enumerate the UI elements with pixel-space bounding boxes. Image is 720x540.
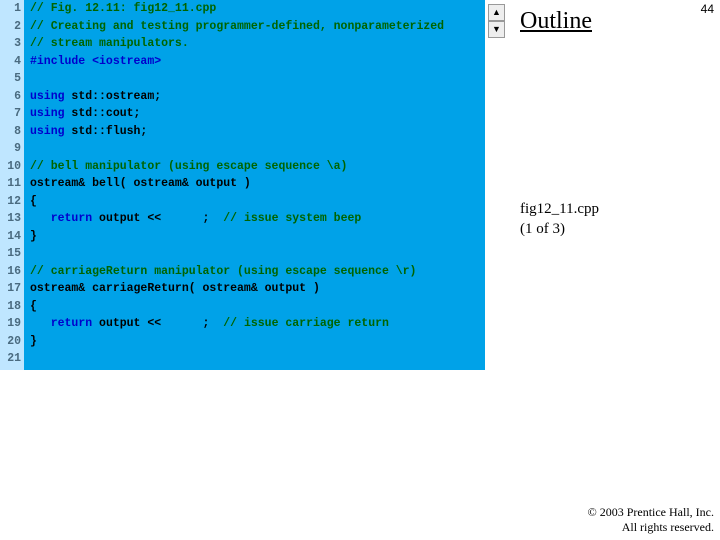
scroll-controls: ▲ ▼: [488, 4, 505, 38]
line-number-gutter: 123456789101112131415161718192021: [0, 0, 24, 370]
line-number: 19: [3, 315, 21, 333]
line-number: 5: [3, 70, 21, 88]
copyright-line1: © 2003 Prentice Hall, Inc.: [588, 505, 714, 521]
code-line: ostream& bell( ostream& output ): [30, 175, 444, 193]
copyright-footer: © 2003 Prentice Hall, Inc. All rights re…: [588, 505, 714, 536]
line-number: 10: [3, 158, 21, 176]
code-line: // carriageReturn manipulator (using esc…: [30, 263, 444, 281]
copyright-line2: All rights reserved.: [588, 520, 714, 536]
code-body: // Fig. 12.11: fig12_11.cpp// Creating a…: [24, 0, 444, 370]
figure-caption: fig12_11.cpp (1 of 3): [520, 200, 599, 239]
code-line: // stream manipulators.: [30, 35, 444, 53]
code-line: [30, 140, 444, 158]
line-number: 9: [3, 140, 21, 158]
line-number: 11: [3, 175, 21, 193]
line-number: 18: [3, 298, 21, 316]
code-line: ostream& carriageReturn( ostream& output…: [30, 280, 444, 298]
code-line: return output << ; // issue carriage ret…: [30, 315, 444, 333]
slide-number: 44: [701, 2, 714, 16]
line-number: 7: [3, 105, 21, 123]
code-line: [30, 350, 444, 368]
outline-title: Outline: [520, 8, 592, 35]
code-panel: 123456789101112131415161718192021 // Fig…: [0, 0, 485, 370]
code-line: using std::ostream;: [30, 88, 444, 106]
code-line: // Creating and testing programmer-defin…: [30, 18, 444, 36]
line-number: 12: [3, 193, 21, 211]
code-line: #include <iostream>: [30, 53, 444, 71]
line-number: 6: [3, 88, 21, 106]
code-line: // Fig. 12.11: fig12_11.cpp: [30, 0, 444, 18]
line-number: 1: [3, 0, 21, 18]
scroll-up-button[interactable]: ▲: [488, 4, 505, 21]
line-number: 16: [3, 263, 21, 281]
line-number: 13: [3, 210, 21, 228]
line-number: 20: [3, 333, 21, 351]
code-line: [30, 70, 444, 88]
code-line: {: [30, 193, 444, 211]
line-number: 4: [3, 53, 21, 71]
code-line: {: [30, 298, 444, 316]
line-number: 21: [3, 350, 21, 368]
line-number: 3: [3, 35, 21, 53]
figure-filename: fig12_11.cpp: [520, 200, 599, 220]
line-number: 2: [3, 18, 21, 36]
code-line: return output << ; // issue system beep: [30, 210, 444, 228]
code-line: using std::flush;: [30, 123, 444, 141]
code-line: }: [30, 333, 444, 351]
line-number: 15: [3, 245, 21, 263]
code-line: // bell manipulator (using escape sequen…: [30, 158, 444, 176]
code-line: [30, 245, 444, 263]
code-line: }: [30, 228, 444, 246]
line-number: 8: [3, 123, 21, 141]
line-number: 14: [3, 228, 21, 246]
code-line: using std::cout;: [30, 105, 444, 123]
scroll-down-button[interactable]: ▼: [488, 21, 505, 38]
figure-part: (1 of 3): [520, 220, 599, 240]
line-number: 17: [3, 280, 21, 298]
